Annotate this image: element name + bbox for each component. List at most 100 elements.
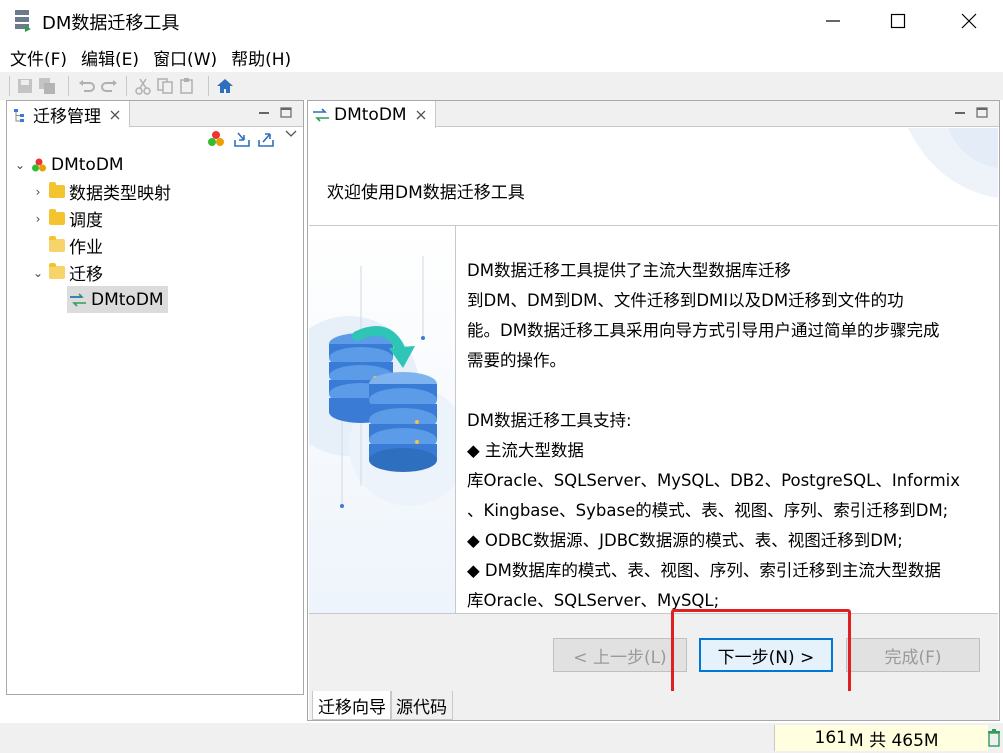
redo-icon[interactable] [100,77,118,95]
wizard-button-bar: < 上一步(L) 下一步(N) > 完成(F) [309,613,998,691]
folder-icon [49,182,65,198]
trash-icon[interactable] [987,728,1001,748]
toolbar [0,72,1003,100]
intro-line: 到DM、DM到DM、文件迁移到DMI以及DM迁移到文件的功 [467,291,904,310]
maximize-view-icon[interactable] [279,106,293,120]
maximize-button[interactable] [868,0,928,42]
tab-migration-wizard[interactable]: 迁移向导 [312,691,392,720]
support-line: ◆ DM数据库的模式、表、视图、序列、索引迁移到主流大型数据 [467,561,941,580]
view-menu-icon[interactable] [285,129,297,139]
menu-edit[interactable]: 编辑(E) [81,45,139,70]
folder-icon [49,209,65,225]
finish-button[interactable]: 完成(F) [846,638,980,672]
tree-item-label: 数据类型映射 [69,184,171,204]
migration-arrows-icon [313,107,329,122]
maximize-icon [890,13,906,29]
support-line: 库Oracle、SQLServer、MySQL、DB2、PostgreSQL、I… [467,471,960,490]
heap-status[interactable]: 161 M 共 465M [774,725,988,751]
tab-dmtodm[interactable]: DMtoDM [308,101,436,128]
save-all-icon[interactable] [38,77,56,95]
tree-root-label: DMtoDM [51,154,124,175]
migration-management-panel: 迁移管理 ⌄ DMtoDM › 数据类型映射 › 调度 作业 ⌄ 迁移 DMto… [6,100,304,695]
minimize-icon [826,20,840,22]
toolbar-separator [68,76,69,96]
chevron-down-icon[interactable]: ⌄ [31,266,45,280]
support-line: ◆ ODBC数据源、JDBC数据源的模式、表、视图迁移到DM; [467,531,903,550]
wizard-editor: DMtoDM 欢迎使用DM数据迁移工具 DM数据迁移工具提供了主流大型数据库迁移… [307,100,1000,721]
close-button[interactable] [939,0,999,42]
close-tab-icon[interactable] [415,109,427,121]
undo-icon[interactable] [78,77,96,95]
intro-line: 需要的操作。 [467,351,566,370]
support-line: ◆ 主流大型数据 [467,441,584,460]
next-button[interactable]: 下一步(N) > [699,638,833,672]
tree-item-dmtodm-selected[interactable]: DMtoDM [67,286,168,313]
home-icon[interactable] [216,77,234,95]
header-decoration [908,128,998,198]
wizard-description: DM数据迁移工具提供了主流大型数据库迁移 到DM、DM到DM、文件迁移到DMI以… [457,226,997,613]
connect-icon[interactable] [207,130,225,148]
tree-item-job[interactable]: 作业 [31,232,103,259]
tree-item-type-mapping[interactable]: › 数据类型映射 [31,178,171,205]
heap-total: M 共 465M [849,730,939,751]
heap-used: 161 [814,728,847,748]
intro-line: DM数据迁移工具提供了主流大型数据库迁移 [467,261,791,280]
paste-icon[interactable] [178,77,196,95]
import-icon[interactable] [233,130,251,148]
minimize-view-icon[interactable] [953,106,967,120]
support-line: 库Oracle、SQLServer、MySQL; [467,591,720,610]
minimize-view-icon[interactable] [257,106,271,120]
intro-paragraph: DM数据迁移工具提供了主流大型数据库迁移 到DM、DM到DM、文件迁移到DMI以… [467,256,997,376]
menu-file[interactable]: 文件(F) [10,45,67,70]
status-bar: 161 M 共 465M [0,723,1003,753]
chevron-right-icon[interactable]: › [31,212,45,226]
toolbar-separator [208,76,209,96]
wizard-illustration [309,226,456,613]
toolbar-separator [126,76,127,96]
back-button[interactable]: < 上一步(L) [553,638,687,672]
tab-migration-management[interactable]: 迁移管理 [7,101,130,128]
tree-item-schedule[interactable]: › 调度 [31,205,103,232]
tab-label: 迁移管理 [33,107,101,127]
wizard-title: 欢迎使用DM数据迁移工具 [327,183,525,203]
editor-tab-bar: DMtoDM [308,101,999,128]
chevron-right-icon[interactable]: › [31,185,45,199]
menu-window[interactable]: 窗口(W) [153,45,217,70]
chevron-down-icon[interactable]: ⌄ [13,158,27,172]
export-icon[interactable] [257,130,275,148]
toolbar-separator [9,76,10,96]
tree-view-icon [14,108,24,122]
database-migration-illustration [309,256,455,508]
copy-icon[interactable] [156,77,174,95]
menu-help[interactable]: 帮助(H) [231,45,291,70]
support-line: DM数据迁移工具支持: [467,411,632,430]
left-tab-bar: 迁移管理 [7,101,303,128]
maximize-view-icon[interactable] [975,106,989,120]
tree-item-label: 迁移 [69,265,103,285]
wizard-header: 欢迎使用DM数据迁移工具 [309,128,998,226]
project-icon [32,158,46,171]
close-icon [961,13,977,29]
minimize-button[interactable] [803,0,863,42]
tree-item-migration[interactable]: ⌄ 迁移 [31,259,103,286]
menu-bar: 文件(F) 编辑(E) 窗口(W) 帮助(H) [0,42,1003,72]
tab-label: DMtoDM [334,104,407,125]
editor-bottom-tabs: 迁移向导 源代码 [309,691,998,720]
save-icon[interactable] [16,77,34,95]
support-line: 、Kingbase、Sybase的模式、表、视图、序列、索引迁移到DM; [467,501,949,520]
left-panel-tools [7,127,303,151]
tree-root[interactable]: ⌄ DMtoDM [13,151,124,178]
intro-line: 能。DM数据迁移工具采用向导方式引导用户通过简单的步骤完成 [467,321,940,340]
cut-icon[interactable] [134,77,152,95]
tree-item-label: 调度 [69,211,103,231]
migration-arrows-icon [70,292,86,307]
folder-open-icon [49,263,65,279]
folder-open-icon [49,236,65,252]
title-bar: DM数据迁移工具 [0,0,1003,42]
tab-source-code[interactable]: 源代码 [390,691,453,720]
close-tab-icon[interactable] [109,109,121,121]
tree-item-label: DMtoDM [91,289,164,310]
tree-item-label: 作业 [69,238,103,258]
window-title: DM数据迁移工具 [42,13,180,34]
support-list: DM数据迁移工具支持: ◆ 主流大型数据 库Oracle、SQLServer、M… [467,406,997,613]
